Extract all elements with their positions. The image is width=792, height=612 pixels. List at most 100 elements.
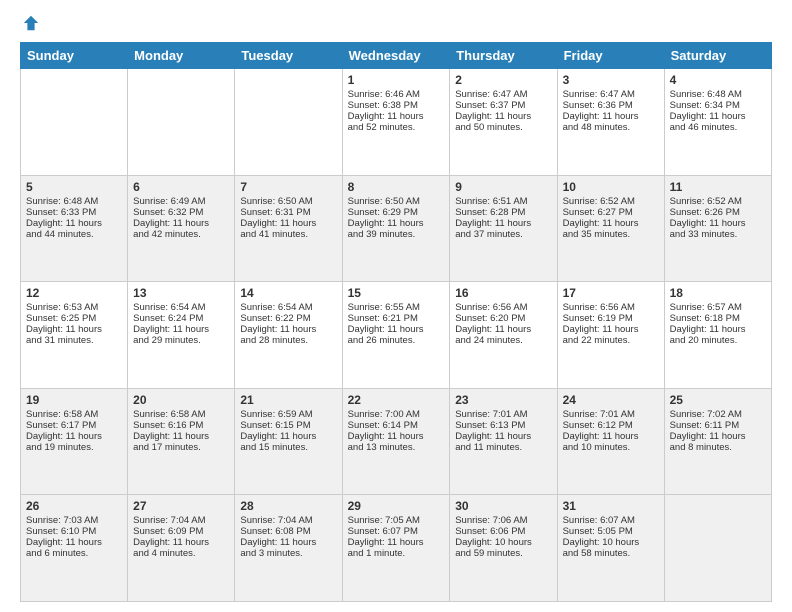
day-info-line: Sunset: 6:25 PM <box>26 313 122 324</box>
day-info-line: Daylight: 11 hours <box>348 431 445 442</box>
day-info-line: Sunset: 6:15 PM <box>240 420 336 431</box>
day-info-line: and 24 minutes. <box>455 335 551 346</box>
day-info-line: Sunrise: 6:52 AM <box>670 196 766 207</box>
day-cell: 31Sunrise: 6:07 AMSunset: 5:05 PMDayligh… <box>557 495 664 602</box>
day-info-line: and 3 minutes. <box>240 548 336 559</box>
day-cell: 11Sunrise: 6:52 AMSunset: 6:26 PMDayligh… <box>664 175 771 282</box>
day-number: 13 <box>133 286 229 300</box>
day-info-line: Daylight: 11 hours <box>455 431 551 442</box>
day-info-line: Sunset: 6:31 PM <box>240 207 336 218</box>
day-info-line: Sunset: 6:38 PM <box>348 100 445 111</box>
header-thursday: Thursday <box>450 43 557 69</box>
day-info-line: Daylight: 11 hours <box>563 218 659 229</box>
day-number: 2 <box>455 73 551 87</box>
day-cell: 4Sunrise: 6:48 AMSunset: 6:34 PMDaylight… <box>664 69 771 176</box>
day-number: 21 <box>240 393 336 407</box>
day-info-line: Sunset: 6:37 PM <box>455 100 551 111</box>
day-info-line: Sunrise: 6:50 AM <box>348 196 445 207</box>
day-info-line: and 11 minutes. <box>455 442 551 453</box>
day-info-line: Daylight: 11 hours <box>348 111 445 122</box>
day-cell: 29Sunrise: 7:05 AMSunset: 6:07 PMDayligh… <box>342 495 450 602</box>
day-info-line: Sunrise: 6:07 AM <box>563 515 659 526</box>
day-cell <box>21 69 128 176</box>
day-info-line: and 58 minutes. <box>563 548 659 559</box>
day-cell <box>664 495 771 602</box>
day-info-line: Sunset: 6:13 PM <box>455 420 551 431</box>
day-info-line: Sunrise: 6:50 AM <box>240 196 336 207</box>
day-info-line: Sunset: 6:08 PM <box>240 526 336 537</box>
page: SundayMondayTuesdayWednesdayThursdayFrid… <box>0 0 792 612</box>
day-number: 12 <box>26 286 122 300</box>
day-info-line: Daylight: 11 hours <box>133 431 229 442</box>
day-info-line: Daylight: 10 hours <box>455 537 551 548</box>
day-number: 10 <box>563 180 659 194</box>
day-cell <box>128 69 235 176</box>
week-row-5: 26Sunrise: 7:03 AMSunset: 6:10 PMDayligh… <box>21 495 772 602</box>
day-info-line: Sunset: 6:19 PM <box>563 313 659 324</box>
day-info-line: and 50 minutes. <box>455 122 551 133</box>
day-info-line: and 37 minutes. <box>455 229 551 240</box>
day-cell: 19Sunrise: 6:58 AMSunset: 6:17 PMDayligh… <box>21 388 128 495</box>
header-wednesday: Wednesday <box>342 43 450 69</box>
day-cell: 1Sunrise: 6:46 AMSunset: 6:38 PMDaylight… <box>342 69 450 176</box>
day-number: 3 <box>563 73 659 87</box>
day-info-line: Sunset: 6:32 PM <box>133 207 229 218</box>
day-info-line: Sunrise: 6:53 AM <box>26 302 122 313</box>
day-info-line: Daylight: 11 hours <box>133 218 229 229</box>
day-cell: 21Sunrise: 6:59 AMSunset: 6:15 PMDayligh… <box>235 388 342 495</box>
day-info-line: Sunset: 6:14 PM <box>348 420 445 431</box>
day-info-line: Daylight: 11 hours <box>133 537 229 548</box>
day-info-line: Sunset: 6:18 PM <box>670 313 766 324</box>
day-info-line: Daylight: 11 hours <box>240 537 336 548</box>
day-info-line: and 19 minutes. <box>26 442 122 453</box>
header-saturday: Saturday <box>664 43 771 69</box>
day-info-line: and 35 minutes. <box>563 229 659 240</box>
day-info-line: Sunset: 5:05 PM <box>563 526 659 537</box>
header-tuesday: Tuesday <box>235 43 342 69</box>
day-info-line: and 59 minutes. <box>455 548 551 559</box>
day-number: 1 <box>348 73 445 87</box>
day-info-line: and 46 minutes. <box>670 122 766 133</box>
day-number: 15 <box>348 286 445 300</box>
day-info-line: Sunset: 6:33 PM <box>26 207 122 218</box>
day-number: 14 <box>240 286 336 300</box>
day-number: 11 <box>670 180 766 194</box>
day-number: 4 <box>670 73 766 87</box>
day-info-line: Daylight: 11 hours <box>670 431 766 442</box>
day-cell: 20Sunrise: 6:58 AMSunset: 6:16 PMDayligh… <box>128 388 235 495</box>
week-row-3: 12Sunrise: 6:53 AMSunset: 6:25 PMDayligh… <box>21 282 772 389</box>
day-cell: 7Sunrise: 6:50 AMSunset: 6:31 PMDaylight… <box>235 175 342 282</box>
day-cell: 13Sunrise: 6:54 AMSunset: 6:24 PMDayligh… <box>128 282 235 389</box>
day-info-line: Daylight: 11 hours <box>348 218 445 229</box>
day-number: 25 <box>670 393 766 407</box>
logo <box>20 18 40 32</box>
day-info-line: Daylight: 11 hours <box>26 324 122 335</box>
day-cell: 3Sunrise: 6:47 AMSunset: 6:36 PMDaylight… <box>557 69 664 176</box>
day-cell: 2Sunrise: 6:47 AMSunset: 6:37 PMDaylight… <box>450 69 557 176</box>
day-cell: 14Sunrise: 6:54 AMSunset: 6:22 PMDayligh… <box>235 282 342 389</box>
day-info-line: and 41 minutes. <box>240 229 336 240</box>
week-row-4: 19Sunrise: 6:58 AMSunset: 6:17 PMDayligh… <box>21 388 772 495</box>
day-info-line: Sunset: 6:20 PM <box>455 313 551 324</box>
day-info-line: Sunset: 6:17 PM <box>26 420 122 431</box>
day-info-line: Sunrise: 7:01 AM <box>563 409 659 420</box>
day-number: 31 <box>563 499 659 513</box>
calendar: SundayMondayTuesdayWednesdayThursdayFrid… <box>20 42 772 602</box>
day-info-line: Daylight: 11 hours <box>670 111 766 122</box>
day-info-line: Daylight: 11 hours <box>240 431 336 442</box>
day-info-line: Sunrise: 7:04 AM <box>240 515 336 526</box>
day-info-line: Daylight: 11 hours <box>563 324 659 335</box>
day-info-line: Sunset: 6:24 PM <box>133 313 229 324</box>
day-info-line: Sunrise: 7:06 AM <box>455 515 551 526</box>
day-info-line: Sunset: 6:36 PM <box>563 100 659 111</box>
day-info-line: Daylight: 11 hours <box>455 111 551 122</box>
day-cell: 25Sunrise: 7:02 AMSunset: 6:11 PMDayligh… <box>664 388 771 495</box>
day-info-line: Daylight: 11 hours <box>26 431 122 442</box>
day-number: 8 <box>348 180 445 194</box>
day-info-line: and 1 minute. <box>348 548 445 559</box>
day-cell: 30Sunrise: 7:06 AMSunset: 6:06 PMDayligh… <box>450 495 557 602</box>
day-info-line: Sunset: 6:06 PM <box>455 526 551 537</box>
day-info-line: Sunset: 6:07 PM <box>348 526 445 537</box>
day-number: 9 <box>455 180 551 194</box>
day-info-line: Sunrise: 6:47 AM <box>563 89 659 100</box>
